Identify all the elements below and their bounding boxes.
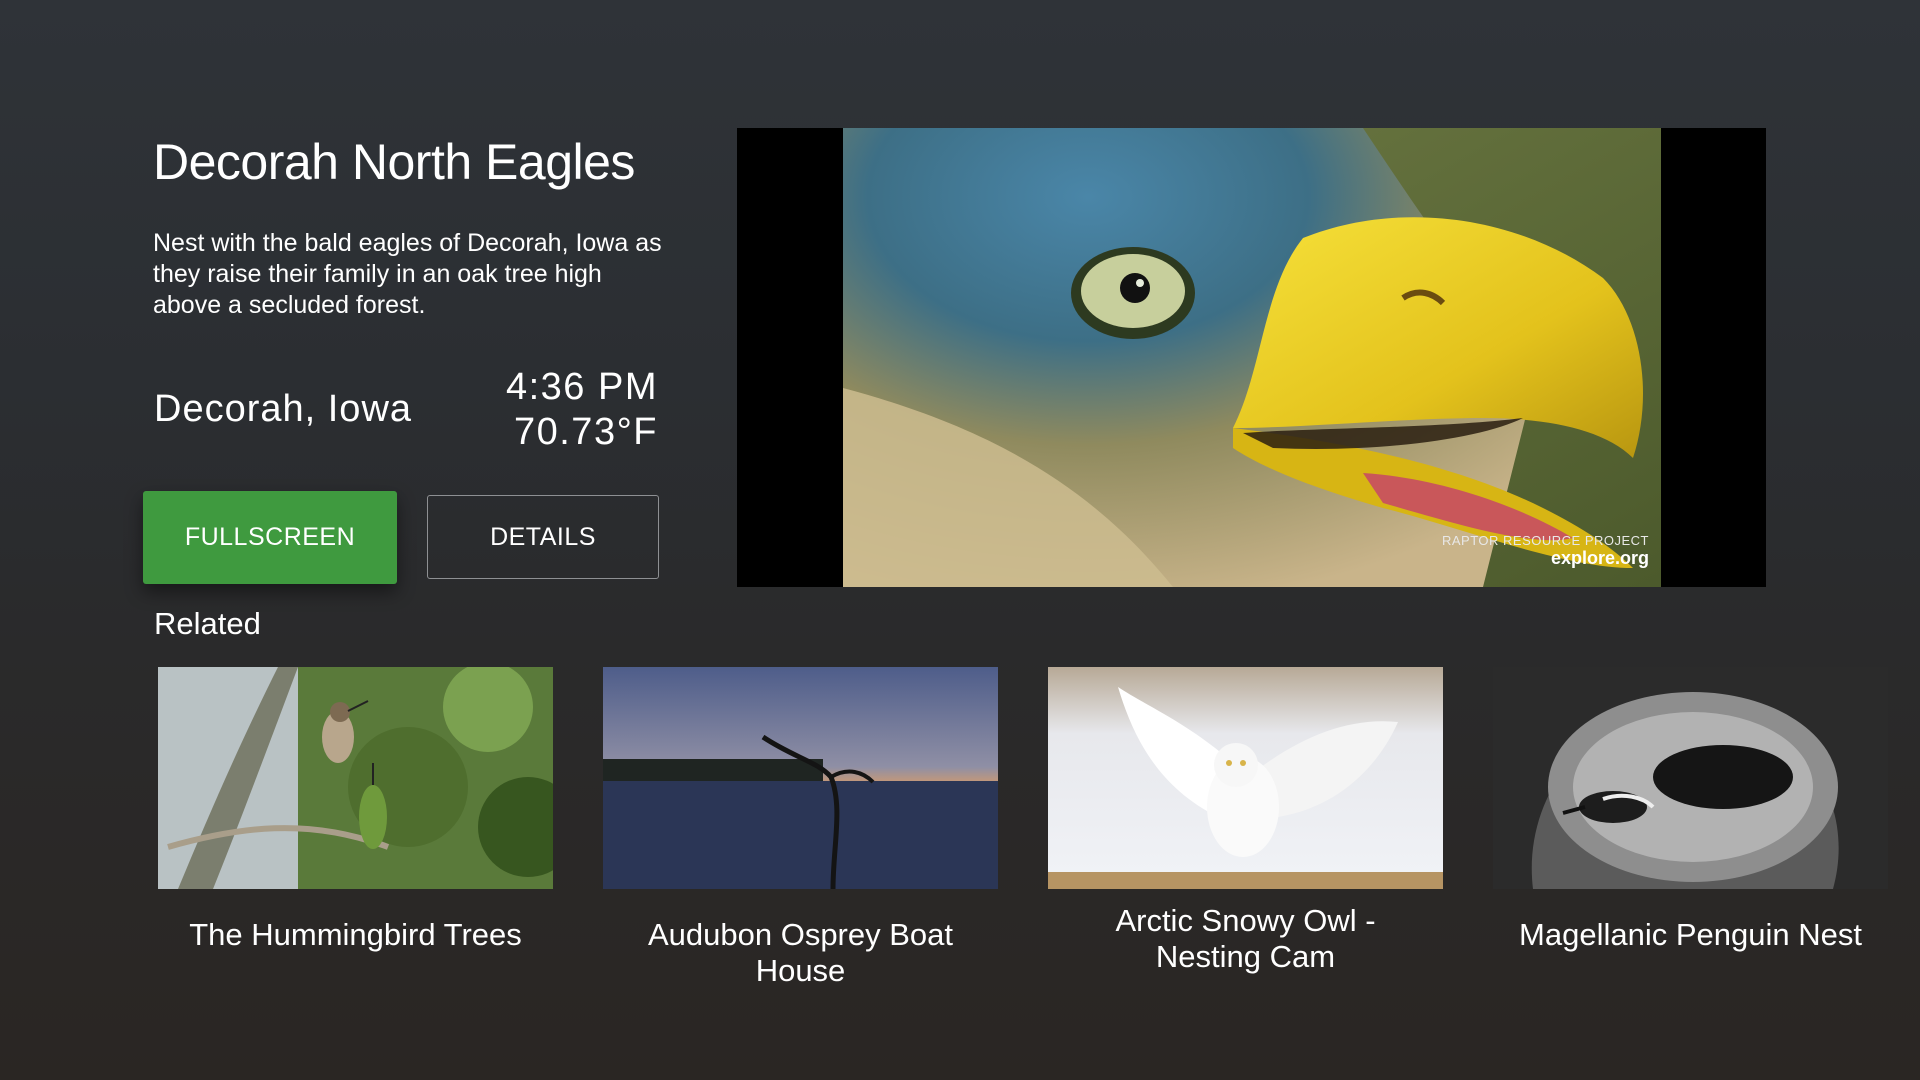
snowy-owl-thumbnail	[1048, 667, 1443, 889]
related-heading: Related	[154, 606, 261, 641]
related-card-hummingbird[interactable]: The Hummingbird Trees	[158, 667, 553, 953]
details-button[interactable]: DETAILS	[427, 495, 659, 579]
watermark-org: RAPTOR RESOURCE PROJECT	[1441, 533, 1649, 548]
cam-location: Decorah, Iowa	[154, 388, 413, 430]
related-card-title: The Hummingbird Trees	[189, 917, 522, 952]
local-time: 4:36 PM	[505, 366, 658, 408]
eagle-closeup-image	[843, 128, 1661, 587]
watermark: RAPTOR RESOURCE PROJECT explore.org	[1442, 533, 1649, 569]
watermark-site: explore.org	[1550, 548, 1649, 568]
penguin-thumbnail	[1493, 667, 1888, 889]
related-card-title: Audubon Osprey Boat House	[647, 917, 954, 988]
osprey-thumbnail	[603, 667, 998, 889]
fullscreen-button[interactable]: FULLSCREEN	[143, 491, 397, 584]
eagle-video-frame: RAPTOR RESOURCE PROJECT explore.org	[843, 128, 1661, 587]
related-card-osprey[interactable]: Audubon Osprey Boat House	[603, 667, 998, 989]
hummingbird-thumbnail	[158, 667, 553, 889]
local-temperature: 70.73°F	[513, 411, 658, 453]
related-card-title: Arctic Snowy Owl - Nesting Cam	[1115, 903, 1376, 974]
video-player[interactable]: RAPTOR RESOURCE PROJECT explore.org	[737, 128, 1766, 587]
cam-title: Decorah North Eagles	[153, 134, 635, 190]
related-card-penguin[interactable]: Magellanic Penguin Nest	[1493, 667, 1888, 953]
cam-description: Nest with the bald eagles of Decorah, Io…	[153, 229, 662, 319]
related-card-title: Magellanic Penguin Nest	[1519, 917, 1862, 952]
related-card-snowy-owl[interactable]: Arctic Snowy Owl - Nesting Cam	[1048, 667, 1443, 975]
